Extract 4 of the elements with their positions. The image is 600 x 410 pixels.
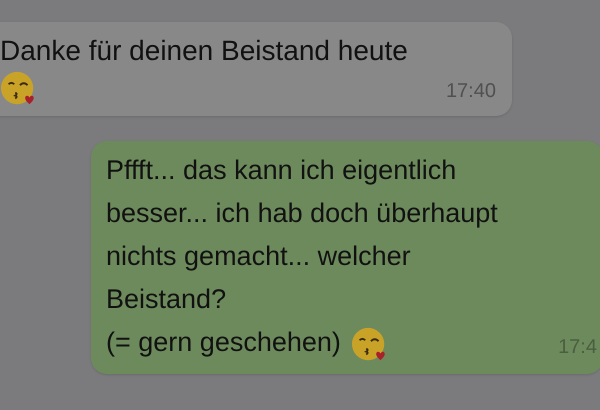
message-text: Danke für deinen Beistand heute (0, 34, 409, 68)
message-text: Pffft... das kann ich eigentlich besser... ich hab doch überhaupt nichts gemacht... welcher Beistand? (106, 154, 499, 316)
message-text: (= gern geschehen) (106, 326, 341, 359)
message-time: 17:40 (446, 79, 496, 104)
